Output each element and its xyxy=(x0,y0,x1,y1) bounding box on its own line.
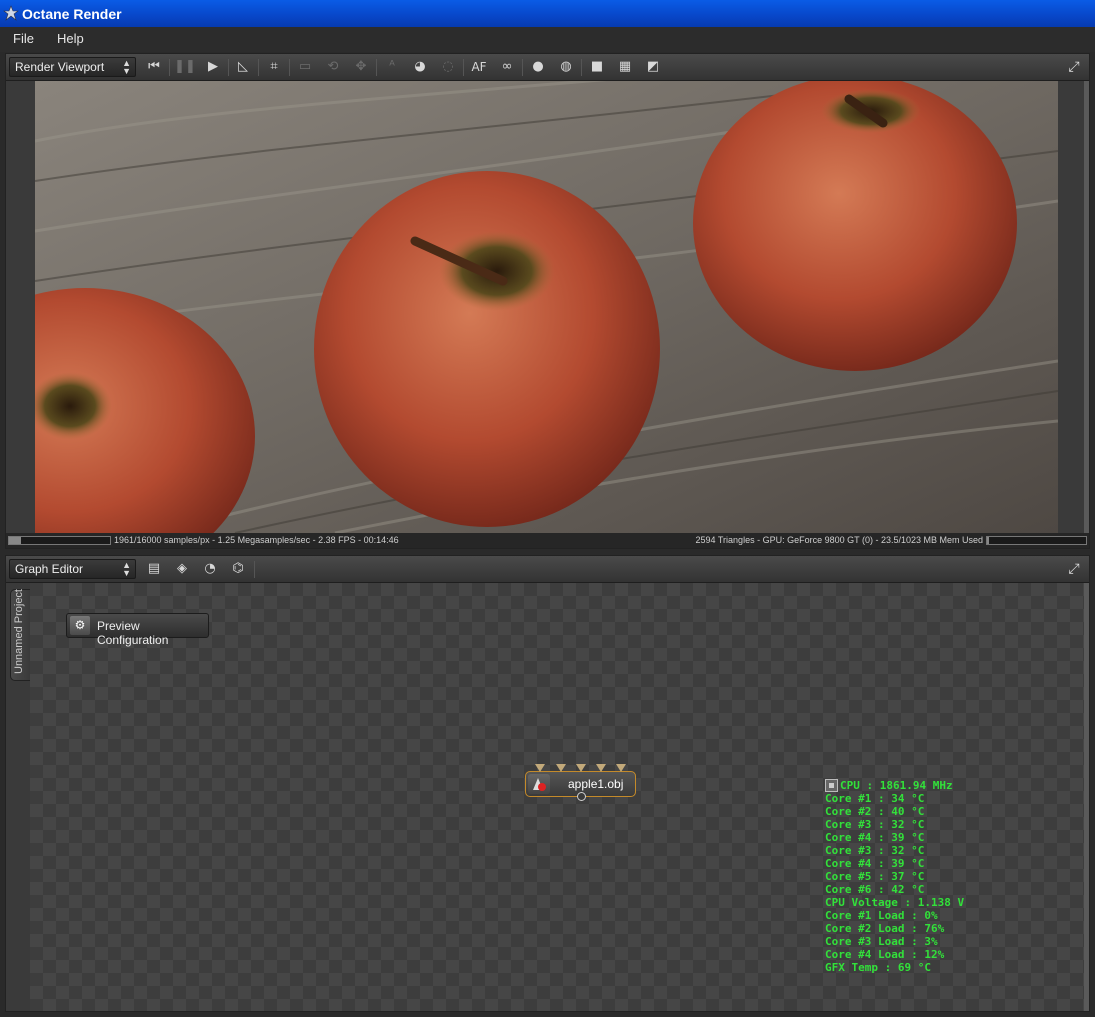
hardware-monitor-overlay: CPU : 1861.94 MHz Core #1 : 34 °C Core #… xyxy=(825,779,964,974)
stat-line: Core #5 : 37 °C xyxy=(825,870,925,883)
focus-pick-icon[interactable]: ⌗ xyxy=(263,57,285,77)
preview-configuration-button[interactable]: ⚙ Preview Configuration xyxy=(66,613,209,647)
stat-line: Core #2 Load : 76% xyxy=(825,922,945,935)
glasses-icon[interactable]: ∞ xyxy=(496,57,518,77)
stat-line: Core #1 Load : 0% xyxy=(825,909,938,922)
render-progress-fill xyxy=(9,537,22,544)
toolbar-divider xyxy=(169,59,170,76)
project-tab[interactable]: Unnamed Project xyxy=(10,589,30,681)
skip-back-icon[interactable]: ⏮ xyxy=(143,57,165,77)
sphere-icon[interactable]: ● xyxy=(527,57,549,77)
material-icon[interactable]: ◈ xyxy=(171,559,193,579)
play-icon[interactable]: ▶ xyxy=(202,57,224,77)
sphere-alt-icon[interactable]: ◍ xyxy=(555,57,577,77)
mesh-node-icon xyxy=(528,774,550,794)
node-input-pin[interactable] xyxy=(556,764,566,772)
checker-icon[interactable]: ▦ xyxy=(614,57,636,77)
material-pick-icon[interactable]: ◕ xyxy=(409,57,431,77)
node-input-pin[interactable] xyxy=(596,764,606,772)
square-icon[interactable]: ■ xyxy=(586,57,608,77)
stat-line: Core #4 Load : 12% xyxy=(825,948,945,961)
render-status-bar: 1961/16000 samples/px - 1.25 Megasamples… xyxy=(6,533,1089,548)
memory-bar xyxy=(986,536,1087,545)
viewport-scroll-edge xyxy=(1084,81,1089,533)
render-progress-bar xyxy=(8,536,111,545)
gpu-stats-text: 2594 Triangles - GPU: GeForce 9800 GT (0… xyxy=(695,535,983,545)
wrench-icon: ⚙ xyxy=(70,616,90,635)
node-input-pin[interactable] xyxy=(535,764,545,772)
toolbar-divider xyxy=(289,59,290,76)
half-square-icon[interactable]: ◩ xyxy=(642,57,664,77)
memory-fill xyxy=(987,537,989,544)
mesh-icon[interactable]: ⌬ xyxy=(227,559,249,579)
stat-line: Core #4 : 39 °C xyxy=(825,857,925,870)
window-title: Octane Render xyxy=(22,6,122,22)
stat-line: CPU Voltage : 1.138 V xyxy=(825,896,965,909)
graph-scroll-edge xyxy=(1084,583,1089,1011)
maximize-icon[interactable]: ⤢ xyxy=(1065,559,1083,579)
graph-editor-select-label: Graph Editor xyxy=(15,562,84,576)
menu-file[interactable]: File xyxy=(13,31,34,46)
toolbar-divider xyxy=(258,59,259,76)
stat-line: Core #3 : 32 °C xyxy=(825,818,925,831)
autofocus-button[interactable]: AF xyxy=(468,57,490,77)
node-graph-canvas[interactable]: ⚙ Preview Configuration apple1.obj CPU :… xyxy=(30,583,1085,1011)
graph-editor-select[interactable]: Graph Editor ▲ ▼ xyxy=(9,559,136,579)
stat-line: GFX Temp : 69 °C xyxy=(825,961,931,974)
toolbar-divider xyxy=(376,59,377,76)
maximize-icon[interactable]: ⤢ xyxy=(1065,57,1083,77)
node-output-pin[interactable] xyxy=(577,792,586,801)
render-viewport-select[interactable]: Render Viewport ▲ ▼ xyxy=(9,57,136,77)
toolbar-divider xyxy=(522,59,523,76)
toolbar-divider xyxy=(254,561,255,578)
preview-configuration-label: Preview Configuration xyxy=(97,619,169,647)
region-icon[interactable]: ▭ xyxy=(294,57,316,77)
stat-line: Core #2 : 40 °C xyxy=(825,805,925,818)
menu-help[interactable]: Help xyxy=(57,31,84,46)
render-toolbar: Render Viewport ▲ ▼ ⏮ ❚❚ ▶ ◺ ⌗ ▭ ⟲ ✥ ᴬ ◕ … xyxy=(6,54,1089,81)
graph-toolbar: Graph Editor ▲ ▼ ▤ ◈ ◔ ⌬ ⤢ xyxy=(6,556,1089,583)
toolbar-divider xyxy=(228,59,229,76)
toolbar-divider xyxy=(463,59,464,76)
mesh-node[interactable]: apple1.obj xyxy=(525,764,636,801)
cpu-line: CPU : 1861.94 MHz xyxy=(825,779,964,792)
pause-icon[interactable]: ❚❚ xyxy=(174,57,196,77)
transform-icon[interactable]: ✥ xyxy=(350,57,372,77)
stat-line: Core #4 : 39 °C xyxy=(825,831,925,844)
updown-arrows-icon: ▲ ▼ xyxy=(122,560,131,578)
chip-icon xyxy=(825,779,838,792)
rotate-icon[interactable]: ⟲ xyxy=(322,57,344,77)
apples-render-image xyxy=(35,81,1058,533)
octane-logo-icon xyxy=(3,5,19,21)
stat-line: Core #3 : 32 °C xyxy=(825,844,925,857)
stat-line: Core #6 : 42 °C xyxy=(825,883,925,896)
node-input-pin[interactable] xyxy=(616,764,626,772)
stat-line: Core #3 Load : 3% xyxy=(825,935,938,948)
stat-line: Core #1 : 34 °C xyxy=(825,792,925,805)
menu-bar: File Help xyxy=(0,27,1095,52)
title-bar: Octane Render xyxy=(0,0,1095,27)
mesh-node-label: apple1.obj xyxy=(568,777,624,791)
updown-arrows-icon: ▲ ▼ xyxy=(122,58,131,76)
node-input-pin[interactable] xyxy=(576,764,586,772)
autofocus-pick-icon[interactable]: ᴬ xyxy=(381,57,403,77)
object-pick-icon[interactable]: ◌ xyxy=(437,57,459,77)
sphere-refresh-icon[interactable]: ◔ xyxy=(199,559,221,579)
render-panel: Render Viewport ▲ ▼ ⏮ ❚❚ ▶ ◺ ⌗ ▭ ⟲ ✥ ᴬ ◕ … xyxy=(5,53,1090,549)
ruler-icon[interactable]: ◺ xyxy=(232,57,254,77)
toolbar-divider xyxy=(581,59,582,76)
graph-editor-panel: Graph Editor ▲ ▼ ▤ ◈ ◔ ⌬ ⤢ Unnamed Projec… xyxy=(5,555,1090,1012)
render-stats-text: 1961/16000 samples/px - 1.25 Megasamples… xyxy=(114,535,399,545)
cpu-clock: CPU : 1861.94 MHz xyxy=(840,779,953,792)
render-viewport-select-label: Render Viewport xyxy=(15,60,105,74)
project-tab-label: Unnamed Project xyxy=(13,589,25,674)
render-viewport[interactable] xyxy=(35,81,1058,533)
save-icon[interactable]: ▤ xyxy=(143,559,165,579)
